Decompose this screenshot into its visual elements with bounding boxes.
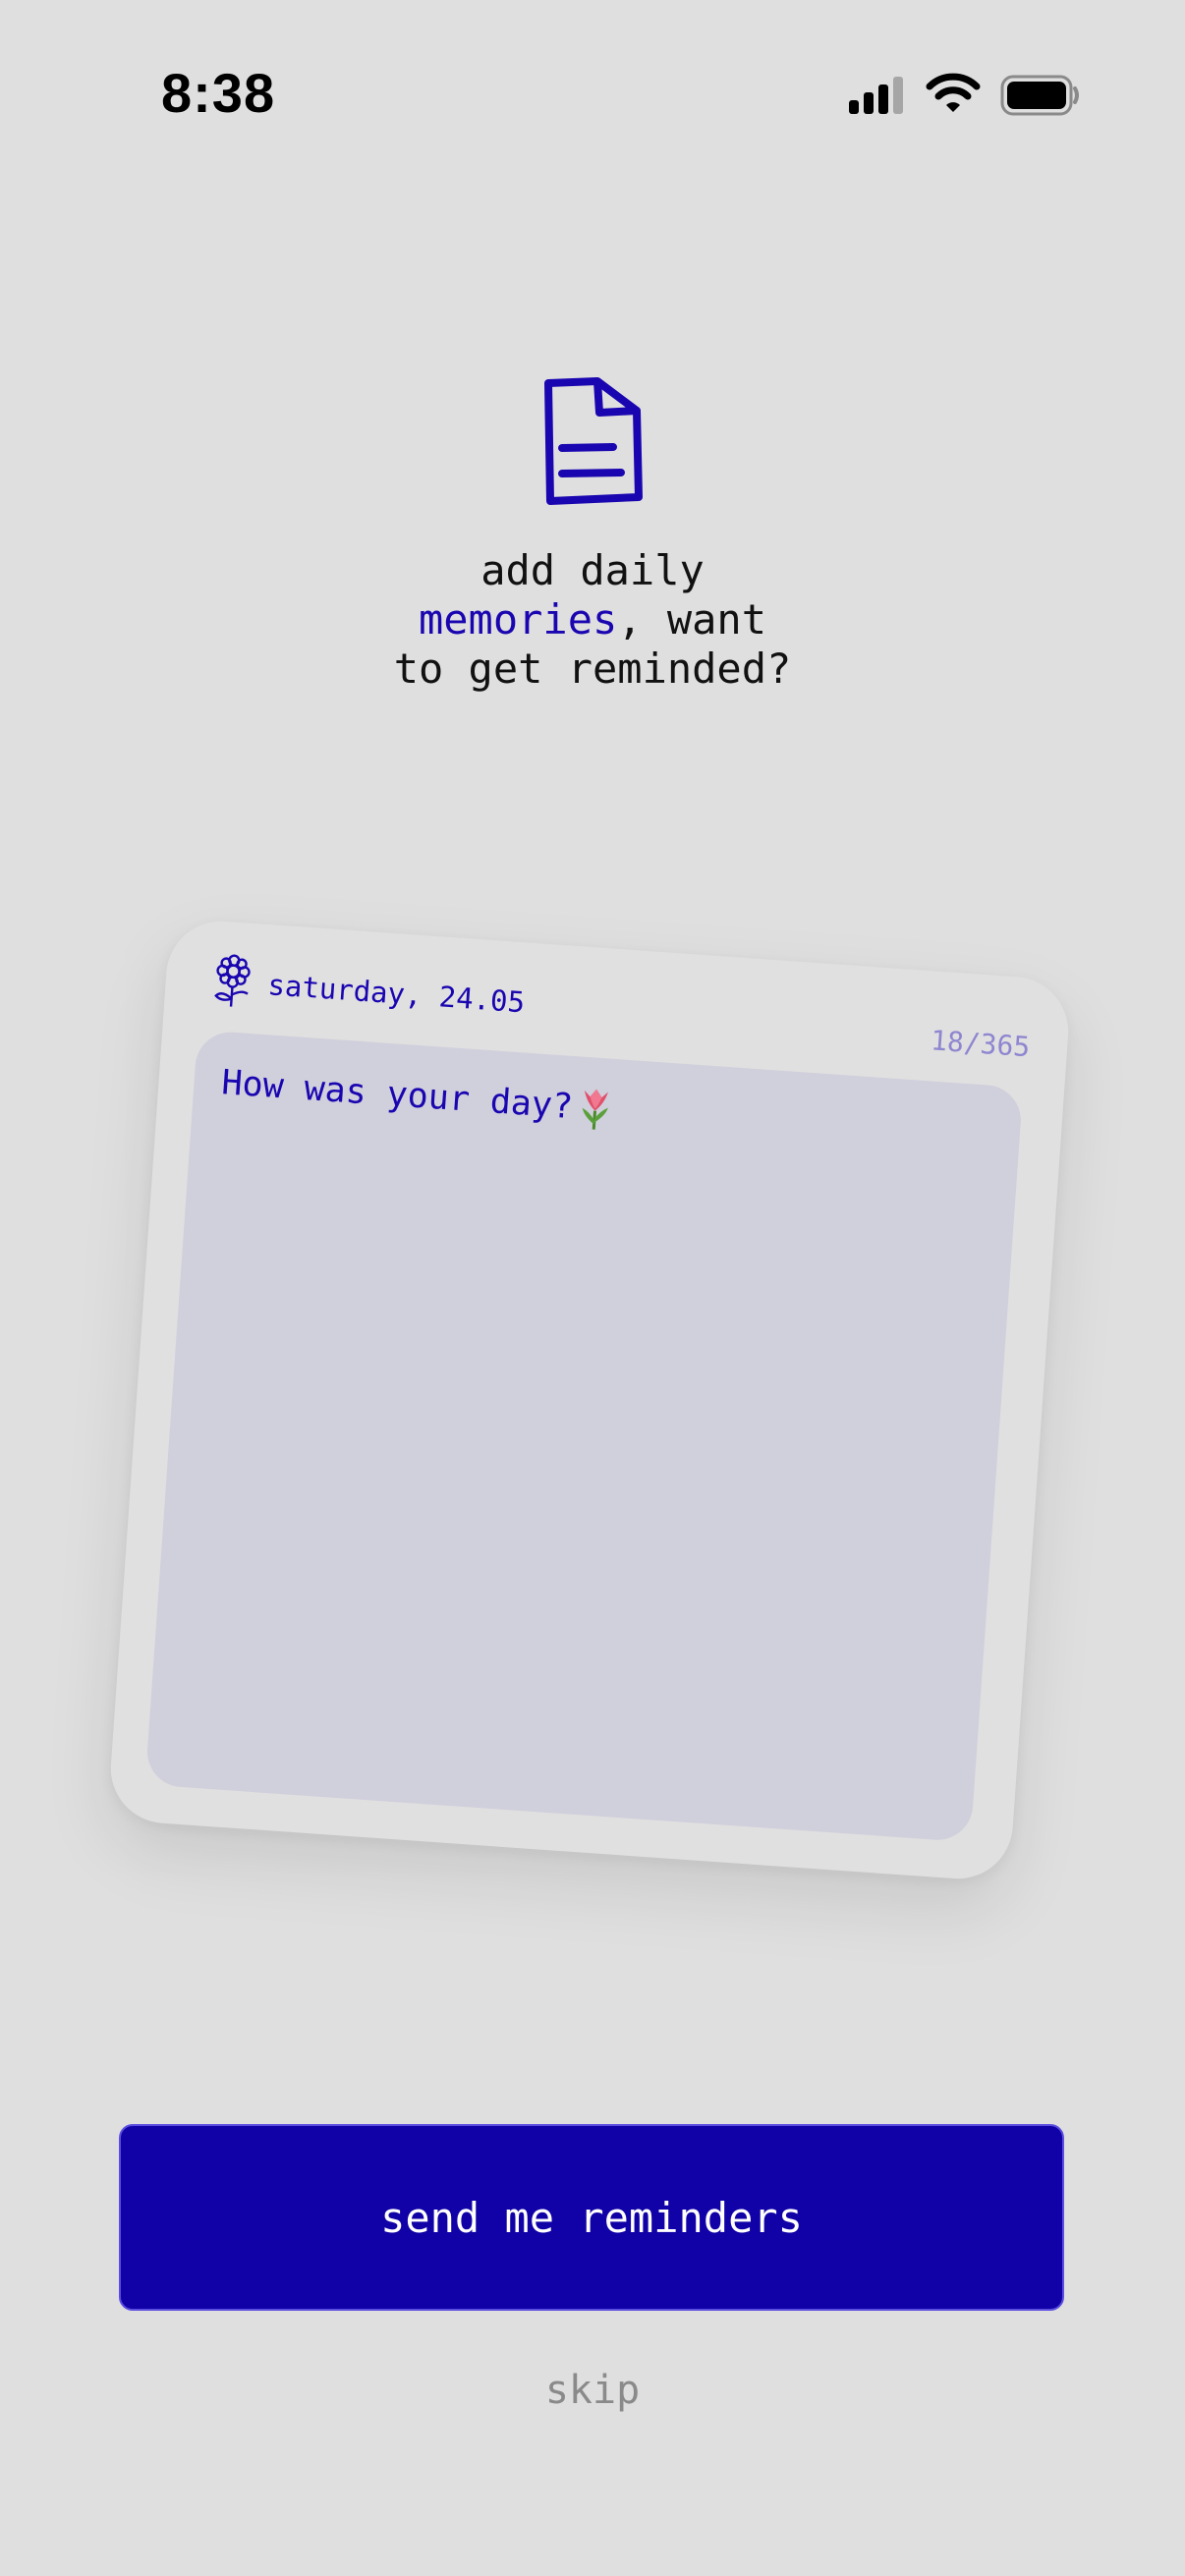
memory-input-area[interactable]: How was your day? xyxy=(144,1030,1024,1843)
entry-counter: 18/365 xyxy=(930,1024,1032,1064)
headline-line-3: to get reminded? xyxy=(393,644,792,693)
signal-icon xyxy=(849,77,903,114)
headline-line-2-rest: , want xyxy=(617,595,766,644)
card-date: saturday, 24.05 xyxy=(266,968,527,1020)
memory-card: saturday, 24.05 18/365 How was your day? xyxy=(107,918,1072,1882)
battery-icon xyxy=(1000,75,1079,116)
tulip-icon xyxy=(582,1089,609,1130)
memory-prompt-text: How was your day? xyxy=(220,1063,575,1128)
headline: add daily memories, want to get reminded… xyxy=(199,546,986,694)
headline-line-1: add daily xyxy=(480,546,705,594)
wifi-icon xyxy=(926,73,981,112)
status-time: 8:38 xyxy=(161,62,276,124)
skip-link[interactable]: skip xyxy=(445,2368,740,2413)
document-icon xyxy=(544,377,643,505)
send-reminders-button[interactable]: send me reminders xyxy=(119,2124,1064,2311)
headline-accent: memories xyxy=(418,595,618,644)
home-indicator xyxy=(458,2547,727,2556)
headline-line-2: memories, want xyxy=(199,595,986,644)
flower-icon xyxy=(214,954,251,1007)
memory-prompt: How was your day? xyxy=(220,1061,613,1132)
